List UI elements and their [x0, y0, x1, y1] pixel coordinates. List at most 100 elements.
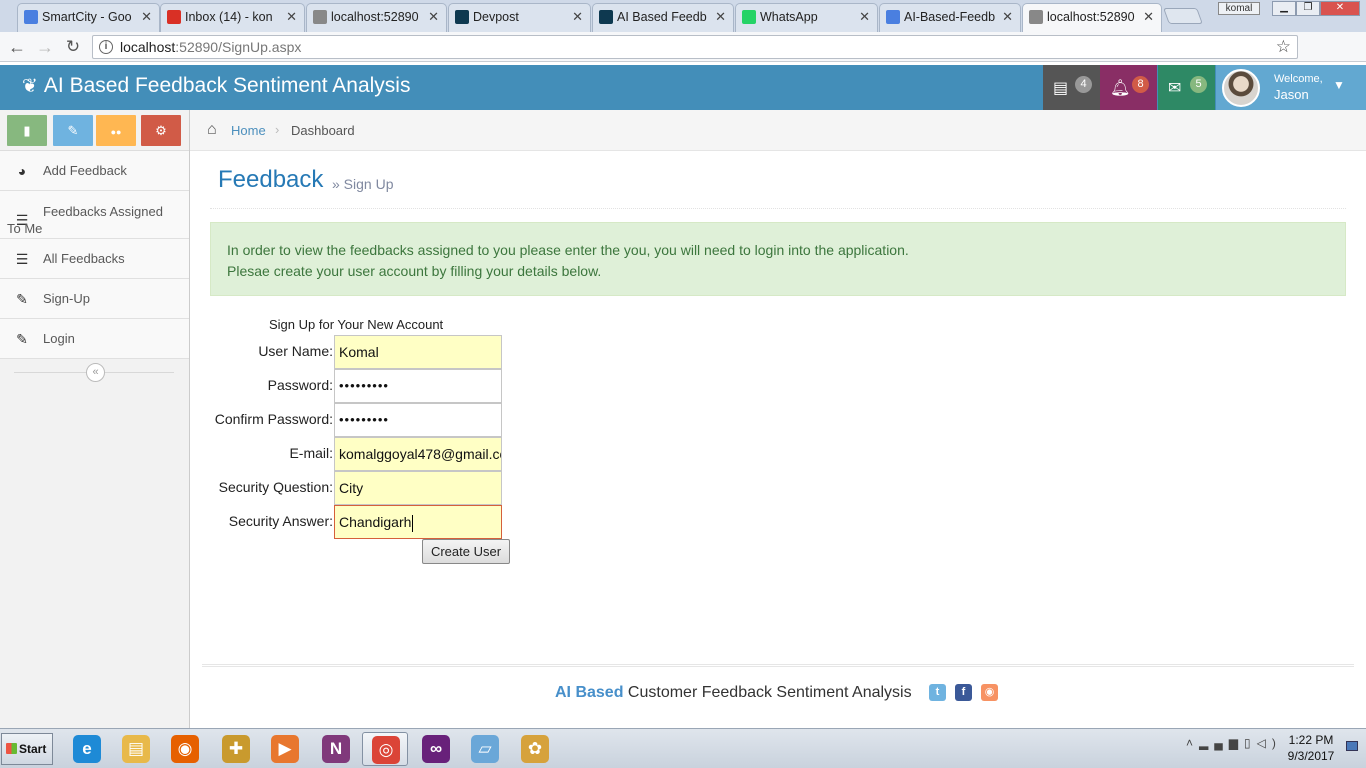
pencil-shortcut-button[interactable]: ✎: [53, 115, 93, 146]
tab-3[interactable]: localhost:52890 ✕: [306, 3, 447, 32]
media-player-taskbar-button[interactable]: ▶: [262, 732, 308, 766]
group-shortcut-button[interactable]: ●●: [96, 115, 136, 146]
minimize-button[interactable]: ▁: [1272, 1, 1296, 16]
rss-icon[interactable]: ◉: [981, 684, 998, 701]
envelope-menu[interactable]: ✉ 5: [1158, 65, 1215, 110]
tab-2[interactable]: Inbox (14) - kon ✕: [160, 3, 305, 32]
docs-icon: [24, 10, 38, 24]
sidebar-item-feedbacks-assigned[interactable]: ☰ Feedbacks Assigned To Me: [0, 191, 189, 239]
browser-toolbar: ← → ↻ i localhost:52890/SignUp.aspx ☆ {≡…: [0, 32, 1366, 91]
form-row: User Name: Komal: [200, 335, 510, 369]
show-hidden-icons-icon: ˄: [1186, 736, 1200, 750]
reload-icon[interactable]: ↻: [62, 36, 84, 58]
tab-title: localhost:52890: [1047, 10, 1135, 24]
confirm-password-field[interactable]: •••••••••: [334, 403, 502, 437]
internet-explorer-taskbar-button[interactable]: e: [64, 732, 110, 766]
leaf-icon: ❦: [22, 76, 38, 97]
text-cursor: [412, 514, 414, 532]
devpost-icon: [455, 10, 469, 24]
chrome-taskbar-button[interactable]: ◎: [362, 732, 408, 766]
twitter-icon[interactable]: t: [929, 684, 946, 701]
profile-button[interactable]: komal: [1218, 2, 1260, 15]
breadcrumb: ⌂ Home › Dashboard: [190, 110, 1366, 151]
tasks-icon: ▤: [1053, 80, 1069, 97]
tab-title: WhatsApp: [760, 10, 818, 24]
file-explorer-taskbar-button[interactable]: ▤: [113, 732, 159, 766]
security-question-field[interactable]: City: [334, 471, 502, 505]
sidebar-shortcuts: ▮ ✎ ●● ⚙: [0, 110, 189, 151]
info-icon[interactable]: i: [99, 40, 113, 54]
tab-1[interactable]: SmartCity - Goo ✕: [17, 3, 160, 32]
tab-title: localhost:52890: [331, 10, 419, 24]
close-tab-icon[interactable]: ✕: [859, 4, 870, 30]
visual-studio-taskbar-button[interactable]: ∞: [413, 732, 459, 766]
bell-icon: 🔔︎: [1110, 80, 1131, 97]
password-field[interactable]: •••••••••: [334, 369, 502, 403]
docs-icon: [886, 10, 900, 24]
paint-taskbar-button[interactable]: ✿: [512, 732, 558, 766]
info-alert: In order to view the feedbacks assigned …: [210, 222, 1346, 296]
address-bar[interactable]: i localhost:52890/SignUp.aspx ☆: [92, 35, 1298, 59]
start-button[interactable]: Start: [1, 733, 53, 765]
create-user-button[interactable]: Create User: [422, 539, 510, 564]
restore-button[interactable]: ❐: [1296, 1, 1320, 16]
tab-8[interactable]: localhost:52890 ✕: [1022, 3, 1162, 32]
form-row: Confirm Password: •••••••••: [200, 403, 510, 437]
notepad-taskbar-button[interactable]: ▱: [462, 732, 508, 766]
breadcrumb-home-link[interactable]: Home: [231, 123, 266, 138]
tab-title: AI Based Feedb: [617, 10, 707, 24]
close-tab-icon[interactable]: ✕: [572, 4, 583, 30]
field-label: Security Answer:: [228, 513, 333, 529]
tools-taskbar-button[interactable]: ✚: [213, 732, 259, 766]
system-tray[interactable]: ˄▂▄▆▯◁): [1186, 736, 1282, 750]
close-tab-icon[interactable]: ✕: [1002, 4, 1013, 30]
security-answer-field[interactable]: Chandigarh: [334, 505, 502, 539]
signal-shortcut-button[interactable]: ▮: [7, 115, 47, 146]
close-tab-icon[interactable]: ✕: [1143, 4, 1154, 30]
close-tab-icon[interactable]: ✕: [715, 4, 726, 30]
user-menu[interactable]: Welcome, Jason ▼: [1216, 65, 1366, 110]
form-row: Security Answer: Chandigarh: [200, 505, 510, 539]
notification-count-badge: 4: [1075, 76, 1092, 93]
network-icon: ▂▄▆: [1199, 736, 1244, 750]
close-window-button[interactable]: ✕: [1320, 1, 1360, 16]
tab-4[interactable]: Devpost ✕: [448, 3, 591, 32]
tasks-menu[interactable]: ▤ 4: [1043, 65, 1100, 110]
app-brand[interactable]: ❦ AI Based Feedback Sentiment Analysis: [22, 74, 410, 98]
cogs-shortcut-button[interactable]: ⚙: [141, 115, 181, 146]
close-tab-icon[interactable]: ✕: [141, 4, 152, 30]
sidebar-item-all-feedbacks[interactable]: ☰ All Feedbacks: [0, 239, 189, 279]
tab-title: SmartCity - Goo: [42, 10, 132, 24]
sidebar-item-login[interactable]: ✎ Login: [0, 319, 189, 359]
bookmark-star-icon[interactable]: ☆: [1276, 37, 1291, 57]
footer-divider: [202, 664, 1354, 667]
close-tab-icon[interactable]: ✕: [428, 4, 439, 30]
breadcrumb-current: Dashboard: [291, 123, 355, 138]
field-label: E-mail:: [289, 445, 333, 461]
close-tab-icon[interactable]: ✕: [286, 4, 297, 30]
email-field[interactable]: komalggoyal478@gmail.com: [334, 437, 502, 471]
onenote-taskbar-button[interactable]: N: [313, 732, 359, 766]
tab-5[interactable]: AI Based Feedb ✕: [592, 3, 734, 32]
page-header: Feedback » Sign Up: [210, 165, 1346, 209]
avatar: [1222, 69, 1260, 107]
firefox-taskbar-button[interactable]: ◉: [162, 732, 208, 766]
pencil-icon: ✎: [67, 123, 79, 138]
facebook-icon[interactable]: f: [955, 684, 972, 701]
action-center-icon[interactable]: [1346, 741, 1358, 751]
tab-7[interactable]: AI-Based-Feedb ✕: [879, 3, 1021, 32]
form-row: Security Question: City: [200, 471, 510, 505]
group-icon: ●●: [110, 127, 122, 137]
taskbar-clock[interactable]: 1:22 PM 9/3/2017: [1286, 732, 1336, 764]
bell-menu[interactable]: 🔔︎ 8: [1100, 65, 1157, 110]
back-arrow-icon[interactable]: ←: [6, 36, 28, 58]
double-chevron-left-icon[interactable]: «: [86, 363, 105, 382]
forward-arrow-icon[interactable]: →: [34, 36, 56, 58]
new-tab-button[interactable]: [1163, 8, 1203, 24]
file-explorer-icon: ▤: [122, 735, 150, 763]
user-name-field[interactable]: Komal: [334, 335, 502, 369]
sidebar-item-sign-up[interactable]: ✎ Sign-Up: [0, 279, 189, 319]
tab-6[interactable]: WhatsApp ✕: [735, 3, 878, 32]
sidebar-item-add-feedback[interactable]: ◕ Add Feedback: [0, 151, 189, 191]
visual-studio-icon: ∞: [422, 735, 450, 763]
